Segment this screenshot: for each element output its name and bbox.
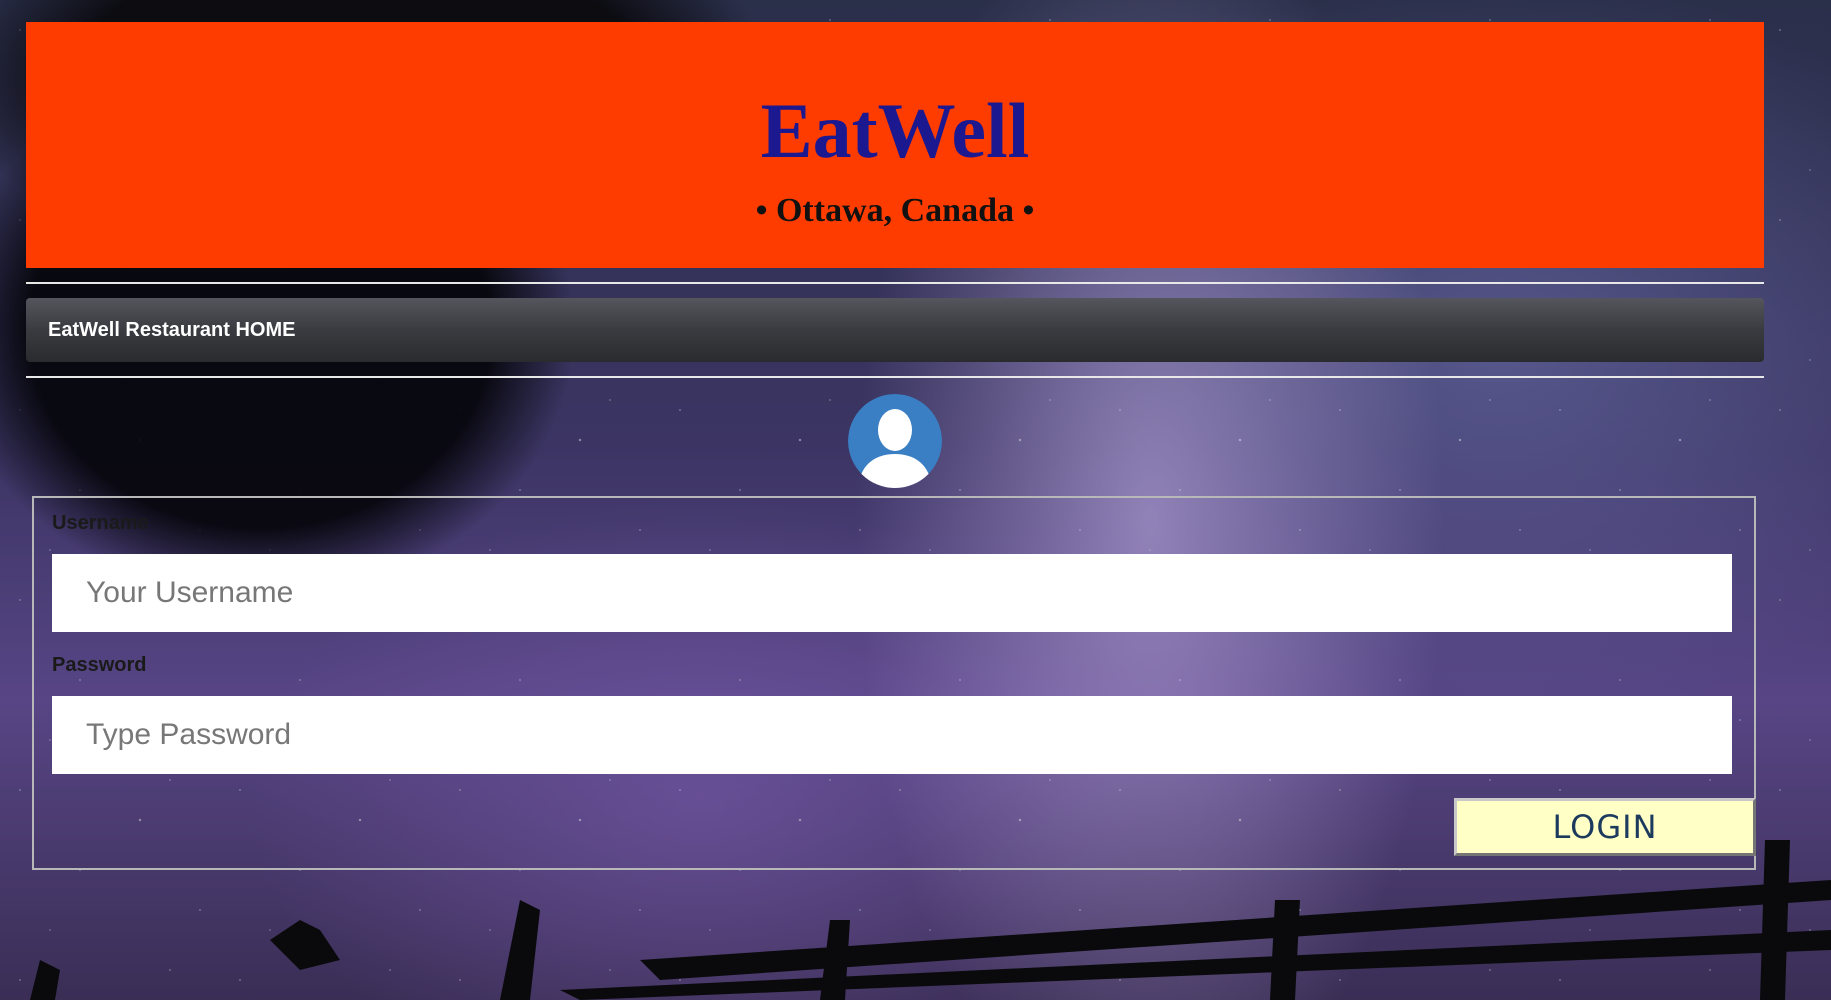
user-avatar-icon bbox=[848, 394, 942, 488]
nav-bar: EatWell Restaurant HOME bbox=[26, 298, 1764, 362]
login-button[interactable]: LOGIN bbox=[1454, 798, 1756, 856]
login-form: Username Password LOGIN bbox=[32, 496, 1756, 870]
username-label: Username bbox=[52, 512, 149, 534]
username-input[interactable] bbox=[52, 554, 1732, 632]
nav-home-link[interactable]: EatWell Restaurant HOME bbox=[48, 298, 295, 362]
page-container: EatWell • Ottawa, Canada • EatWell Resta… bbox=[10, 6, 1822, 1000]
divider-bottom bbox=[26, 376, 1764, 378]
divider-top bbox=[26, 282, 1764, 284]
password-input[interactable] bbox=[52, 696, 1732, 774]
site-title: EatWell bbox=[760, 87, 1030, 174]
site-subtitle: • Ottawa, Canada • bbox=[755, 192, 1035, 229]
password-label: Password bbox=[52, 654, 147, 676]
site-header: EatWell • Ottawa, Canada • bbox=[26, 22, 1764, 268]
